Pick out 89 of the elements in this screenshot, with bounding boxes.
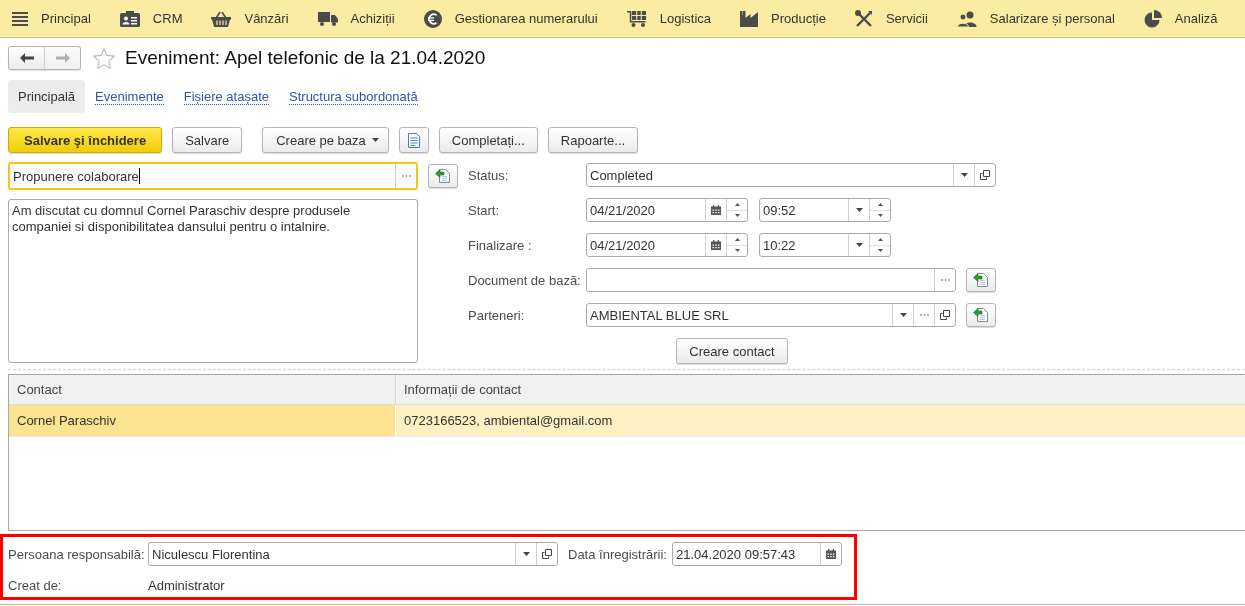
tab[interactable]: Evenimente (85, 80, 174, 113)
partners-field[interactable]: AMBIENTAL BLUE SRL (586, 303, 956, 327)
section-item[interactable]: CRM (119, 0, 183, 37)
caret-icon (855, 208, 863, 212)
star-icon[interactable] (93, 47, 115, 69)
caret-icon (899, 313, 907, 317)
created-by-value: Administrator (148, 577, 225, 593)
menu-icon (12, 11, 28, 26)
text-cursor-icon (138, 168, 140, 184)
section-item[interactable]: Vânzări (211, 0, 289, 37)
description-field[interactable]: Am discutat cu domnul Cornel Paraschiv despre produsele companiei si disponibilitatea dansului pentru o intalnire. (8, 199, 418, 363)
field-label: Creat de: (8, 577, 63, 593)
down-caret-icon (734, 249, 740, 253)
document-arrow-icon (973, 307, 989, 323)
column-header[interactable]: Contact (9, 375, 395, 405)
calendar-icon (826, 549, 836, 559)
document-button[interactable] (398, 127, 429, 153)
calendar-icon (711, 240, 721, 250)
date-field[interactable]: 04/21/2020 (586, 233, 748, 257)
basket-icon (211, 10, 232, 27)
down-caret-icon (877, 249, 883, 253)
overlapping-squares-icon (940, 310, 950, 320)
create-contact-button[interactable]: Creare contact (676, 338, 788, 364)
field-label: Data înregistrării: (568, 546, 668, 562)
window-title: Eveniment: Apel telefonic de la 21.04.2020 (125, 47, 486, 69)
section-item[interactable]: Achiziții (317, 0, 395, 37)
overlapping-squares-icon (980, 170, 990, 180)
field-label: Persoana responsabilă: (8, 546, 146, 562)
section-item[interactable]: Principal (12, 0, 91, 37)
date-time-field[interactable]: 21.04.2020 09:57:43 (672, 542, 842, 566)
field-label: Document de bază: (468, 272, 582, 288)
toolbar-button[interactable]: Completați... (438, 127, 538, 153)
primary-button[interactable]: Salvare şi închidere (8, 127, 163, 153)
pie-chart-icon (1143, 9, 1162, 28)
dropdown-button[interactable]: Creare pe baza (262, 127, 389, 153)
cart-icon (626, 10, 647, 27)
down-caret-icon (877, 214, 883, 218)
column-header[interactable]: Informații de contact (395, 375, 1245, 405)
table-cell: Cornel Paraschiv (9, 405, 395, 436)
tab[interactable]: Fișiere atașate (173, 80, 279, 113)
date-field[interactable]: 04/21/2020 (586, 198, 748, 222)
field-label: Finalizare : (468, 237, 533, 253)
right-arrow-icon (55, 53, 70, 63)
section-item[interactable]: Producție (740, 0, 826, 37)
overlapping-squares-icon (542, 549, 552, 559)
section-item[interactable]: Logistica (626, 0, 711, 37)
field-label: Parteneri: (468, 307, 526, 323)
document-arrow-button[interactable] (966, 303, 996, 327)
caret-icon (371, 138, 379, 142)
document-arrow-button[interactable] (428, 164, 458, 188)
tab[interactable]: Principală (8, 80, 86, 113)
caret-icon (960, 173, 968, 177)
truck-icon (317, 11, 338, 26)
table-row[interactable]: Cornel Paraschiv 0723166523, ambiental@gmail.com (9, 405, 1245, 437)
left-arrow-icon (19, 53, 34, 63)
section-item[interactable]: Gestionarea numerarului (423, 0, 598, 37)
calendar-icon (711, 205, 721, 215)
responsible-field[interactable]: Niculescu Florentina (148, 542, 558, 566)
time-field[interactable]: 10:22 (759, 233, 891, 257)
document-arrow-icon (435, 168, 451, 184)
section-item[interactable]: Analiză (1143, 0, 1218, 37)
tools-icon (854, 9, 873, 28)
tab[interactable]: Structura subordonată (279, 80, 428, 113)
time-field[interactable]: 09:52 (759, 198, 891, 222)
field-label: Start: (468, 202, 501, 218)
document-icon (407, 132, 420, 148)
caret-icon (855, 243, 863, 247)
up-caret-icon (734, 237, 740, 241)
id-card-icon (119, 10, 140, 27)
base-document-field[interactable] (586, 268, 956, 292)
document-arrow-icon (973, 272, 989, 288)
up-caret-icon (877, 237, 883, 241)
field-label: Status: (468, 167, 510, 183)
up-caret-icon (734, 202, 740, 206)
section-item[interactable]: Servicii (854, 0, 928, 37)
caret-icon (522, 552, 530, 556)
up-caret-icon (877, 202, 883, 206)
subject-field[interactable]: Propunere colaborare (8, 162, 418, 190)
down-caret-icon (734, 214, 740, 218)
factory-icon (740, 10, 758, 27)
document-arrow-button[interactable] (966, 268, 996, 292)
people-icon (956, 10, 977, 27)
toolbar-button[interactable]: Rapoarte... (547, 127, 639, 153)
table-cell: 0723166523, ambiental@gmail.com (395, 405, 1245, 436)
toolbar-button[interactable]: Salvare (172, 127, 243, 153)
back-button[interactable] (8, 46, 45, 70)
euro-coin-icon (423, 9, 442, 28)
section-item[interactable]: Salarizare și personal (956, 0, 1115, 37)
status-field[interactable]: Completed (586, 163, 996, 187)
